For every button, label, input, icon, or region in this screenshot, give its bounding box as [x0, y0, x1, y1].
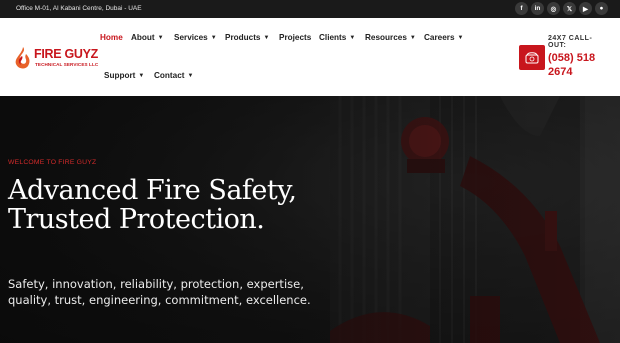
nav-careers[interactable]: Careers ▼	[424, 33, 463, 42]
nav-support-label: Support	[104, 71, 136, 80]
call-button[interactable]	[519, 45, 545, 70]
nav-careers-label: Careers	[424, 33, 455, 42]
brand-subtitle: TECHNICAL SERVICES LLC	[35, 62, 99, 67]
chevron-down-icon: ▼	[457, 34, 464, 41]
nav-resources-label: Resources	[365, 33, 407, 42]
flame-icon	[15, 47, 30, 69]
nav-projects[interactable]: Projects	[279, 33, 311, 42]
youtube-icon[interactable]: ▶	[579, 2, 592, 15]
nav-support[interactable]: Support ▼	[104, 71, 144, 80]
nav-services[interactable]: Services ▼	[174, 33, 217, 42]
linkedin-icon[interactable]: in	[531, 2, 544, 15]
phone-icon	[525, 51, 539, 63]
callout-label: 24X7 CALL-OUT:	[548, 35, 593, 49]
brand-name: FIRE GUYZ	[34, 47, 98, 61]
top-bar: Office M-01, Al Kabani Centre, Dubai - U…	[0, 0, 620, 18]
nav-clients-label: Clients	[319, 33, 347, 42]
nav-home[interactable]: Home	[100, 33, 123, 42]
nav-products[interactable]: Products ▼	[225, 33, 269, 42]
callout-number[interactable]: (058) 518 2674	[548, 51, 608, 79]
hero-kicker: WELCOME TO FIRE GUYZ	[8, 159, 97, 166]
nav-contact[interactable]: Contact ▼	[154, 71, 193, 80]
office-address: Office M-01, Al Kabani Centre, Dubai - U…	[16, 5, 142, 12]
social-links: f in ◎ 𝕏 ▶ ●	[515, 2, 608, 15]
x-icon[interactable]: 𝕏	[563, 2, 576, 15]
chevron-down-icon: ▼	[138, 72, 145, 79]
globe-icon[interactable]: ●	[595, 2, 608, 15]
nav-resources[interactable]: Resources ▼	[365, 33, 416, 42]
nav-home-label: Home	[100, 33, 123, 42]
nav-about-label: About	[131, 33, 155, 42]
chevron-down-icon: ▼	[349, 34, 356, 41]
nav-about[interactable]: About ▼	[131, 33, 164, 42]
chevron-down-icon: ▼	[187, 72, 194, 79]
site-header: FIRE GUYZ TECHNICAL SERVICES LLC Home Ab…	[0, 18, 620, 96]
chevron-down-icon: ▼	[210, 34, 217, 41]
nav-projects-label: Projects	[279, 33, 312, 42]
chevron-down-icon: ▼	[409, 34, 416, 41]
nav-services-label: Services	[174, 33, 208, 42]
facebook-icon[interactable]: f	[515, 2, 528, 15]
nav-clients[interactable]: Clients ▼	[319, 33, 355, 42]
hero-section: WELCOME TO FIRE GUYZ Advanced Fire Safet…	[0, 96, 620, 343]
hero-tagline: Safety, innovation, reliability, protect…	[8, 277, 311, 307]
nav-contact-label: Contact	[154, 71, 185, 80]
chevron-down-icon: ▼	[157, 34, 164, 41]
hero-headline: Advanced Fire Safety, Trusted Protection…	[8, 175, 297, 235]
brand-logo[interactable]: FIRE GUYZ TECHNICAL SERVICES LLC	[12, 46, 102, 76]
chevron-down-icon: ▼	[263, 34, 270, 41]
nav-products-label: Products	[225, 33, 261, 42]
instagram-icon[interactable]: ◎	[547, 2, 560, 15]
